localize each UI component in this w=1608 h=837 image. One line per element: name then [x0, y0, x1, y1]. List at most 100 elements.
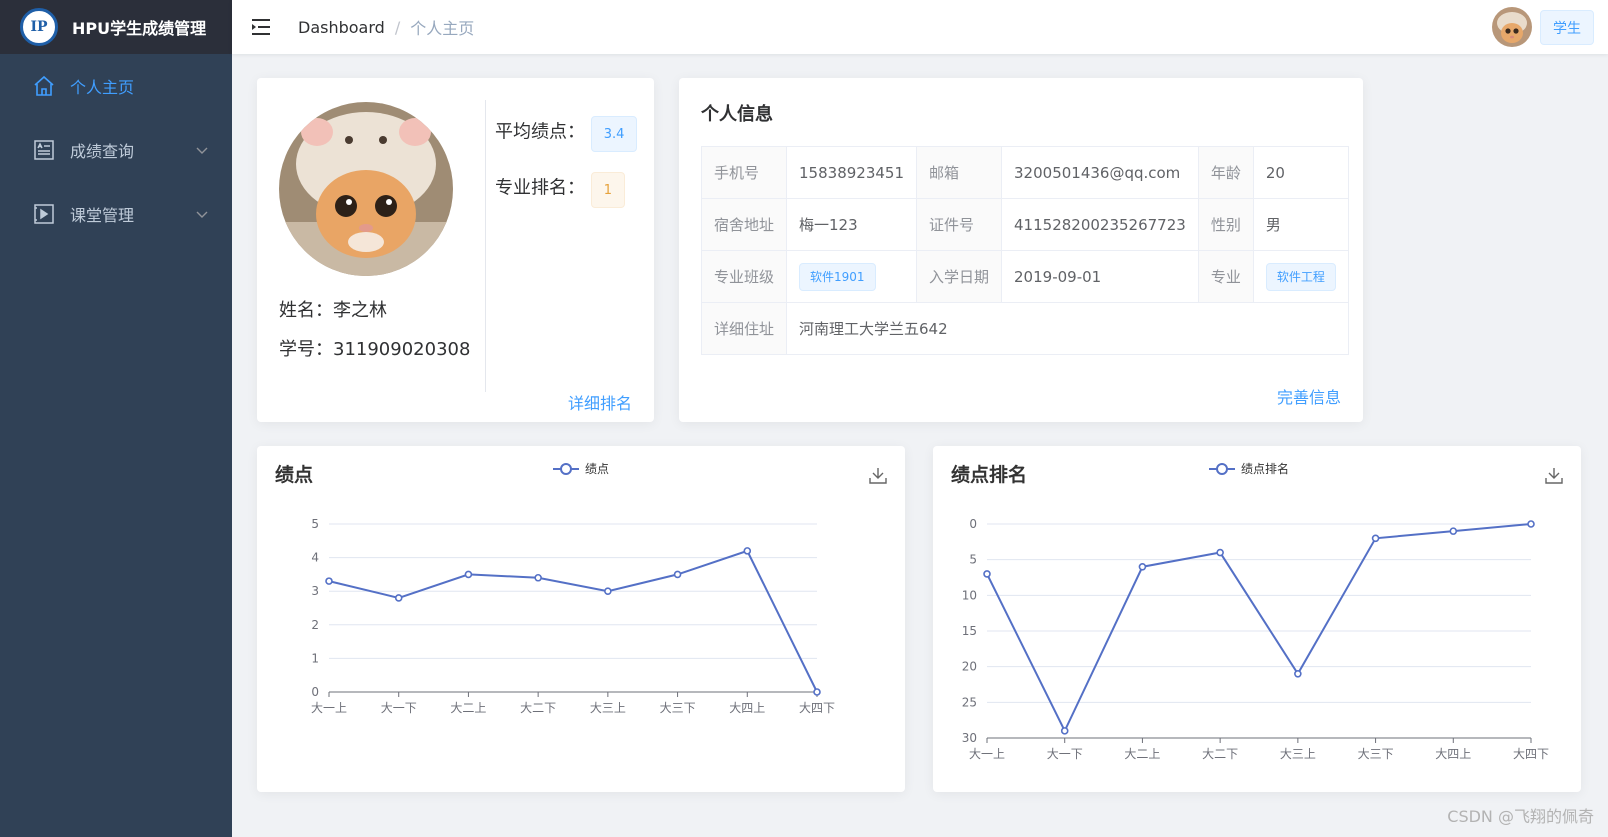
major-cell: 软件工程 [1252, 250, 1349, 303]
dorm-label: 宿舍地址 [700, 198, 788, 251]
data-point [1138, 563, 1147, 571]
enroll-value: 2019-09-01 [1001, 250, 1199, 303]
rank-line-chart: 0 5 10 15 20 25 30 大一上 大一下 大二上 大二下 大三上 大三下 大四上 大四下 [962, 517, 1549, 761]
x-tick-label: 大二上 [450, 701, 486, 715]
age-label: 年龄 [1197, 146, 1254, 199]
personal-info-card: 个人信息 手机号 15838923451 邮箱 3200501436@qq.co… [679, 78, 1363, 422]
gpa-line-chart: 0 1 2 3 4 5 大一上 大一下 大二上 大二下 大三上 大三下 大四上 大四下 [311, 517, 835, 715]
data-point [1449, 527, 1458, 535]
data-point [983, 570, 991, 578]
y-tick-label: 3 [311, 584, 319, 598]
video-icon [32, 202, 56, 226]
table-row: 宿舍地址 梅一123 证件号 411528200235267723 性别 男 [700, 198, 1349, 251]
data-point [743, 547, 752, 555]
phone-value: 15838923451 [786, 146, 917, 199]
x-tick-label: 大四下 [1513, 747, 1549, 761]
x-tick-label: 大三下 [1358, 747, 1394, 761]
logo-icon: IP [20, 8, 58, 46]
x-tick-label: 大一上 [311, 701, 347, 715]
x-tick-label: 大四上 [1435, 747, 1471, 761]
y-tick-label: 0 [311, 685, 319, 699]
x-tick-label: 大二下 [1202, 747, 1238, 761]
y-tick-label: 30 [962, 731, 977, 745]
complete-info-link[interactable]: 完善信息 [1277, 384, 1341, 408]
sidebar-item-home[interactable]: 个人主页 [0, 54, 232, 118]
sidebar-item-label: 课堂管理 [70, 206, 135, 225]
x-tick-label: 大一上 [969, 747, 1005, 761]
x-tick-label: 大四下 [799, 701, 835, 715]
rank-stat: 专业排名： 1 [495, 172, 626, 208]
watermark: CSDN @飞翔的佩奇 [1447, 807, 1594, 826]
email-value: 3200501436@qq.com [1001, 146, 1199, 199]
data-point [1527, 520, 1535, 528]
home-icon [32, 74, 56, 98]
table-row: 详细住址 河南理工大学兰五642 [700, 302, 1349, 355]
table-row: 手机号 15838923451 邮箱 3200501436@qq.com 年龄 … [700, 146, 1349, 199]
data-point [1060, 727, 1069, 735]
student-name: 姓名：李之林 [279, 296, 387, 322]
age-value: 20 [1252, 146, 1349, 199]
y-tick-label: 20 [962, 660, 977, 674]
info-title: 个人信息 [701, 104, 773, 125]
address-value: 河南理工大学兰五642 [786, 302, 1349, 355]
gpa-label: 平均绩点： [495, 121, 585, 143]
y-tick-label: 4 [311, 551, 319, 565]
idcard-value: 411528200235267723 [1001, 198, 1199, 251]
x-tick-label: 大三下 [660, 701, 696, 715]
y-tick-label: 2 [311, 618, 319, 632]
student-id: 学号：311909020308 [279, 335, 470, 361]
major-label: 专业 [1197, 250, 1254, 303]
phone-label: 手机号 [700, 146, 788, 199]
sidebar-item-grades[interactable]: 成绩查询 [0, 118, 232, 182]
sidebar-item-label: 成绩查询 [70, 142, 135, 161]
data-point [813, 688, 821, 696]
breadcrumb-current: 个人主页 [410, 19, 475, 38]
major-tag: 软件工程 [1265, 262, 1336, 291]
detail-rank-link[interactable]: 详细排名 [568, 390, 632, 414]
breadcrumb-separator: / [394, 17, 401, 37]
id-value: 311909020308 [333, 339, 471, 360]
data-point [394, 594, 403, 602]
rank-chart-card: 绩点排名 绩点排名 0 5 10 15 20 25 30 大一上 大一下 大二上 大二下 大三上 大三下… [933, 446, 1581, 792]
series-line [986, 523, 1532, 734]
data-point [673, 570, 682, 579]
y-tick-label: 25 [962, 695, 977, 709]
dorm-value: 梅一123 [786, 198, 917, 251]
data-point [325, 577, 333, 585]
y-tick-label: 1 [311, 651, 319, 665]
profile-avatar [279, 102, 453, 276]
y-tick-label: 15 [962, 624, 977, 638]
brand[interactable]: IP HPU学生成绩管理 [0, 0, 232, 54]
breadcrumb-home[interactable]: Dashboard [298, 18, 385, 37]
y-tick-label: 0 [969, 517, 977, 531]
gpa-chart-card: 绩点 绩点 0 1 2 3 4 5 大一上 大一下 大二上 大二下 大三上 大三下 大四上 大四下 [257, 446, 905, 792]
role-badge[interactable]: 学生 [1540, 10, 1594, 45]
rank-label: 专业排名： [495, 177, 585, 199]
hamburger-icon[interactable] [252, 15, 276, 39]
sidebar-item-label: 个人主页 [70, 78, 135, 97]
x-tick-label: 大一下 [1047, 747, 1083, 761]
data-point [1294, 670, 1302, 678]
x-tick-label: 大四上 [729, 701, 765, 715]
data-point [1371, 534, 1380, 543]
document-icon [32, 138, 56, 162]
data-point [604, 587, 612, 595]
id-label: 学号： [279, 339, 333, 360]
x-tick-label: 大二上 [1124, 747, 1160, 761]
x-tick-label: 大二下 [520, 701, 556, 715]
gender-label: 性别 [1197, 198, 1254, 251]
sidebar: IP HPU学生成绩管理 个人主页 成绩查询 课堂管理 [0, 0, 232, 837]
enroll-label: 入学日期 [915, 250, 1003, 303]
name-value: 李之林 [333, 300, 387, 321]
idcard-label: 证件号 [915, 198, 1003, 251]
avatar[interactable] [1492, 7, 1532, 47]
rank-badge: 1 [590, 172, 626, 208]
address-label: 详细住址 [700, 302, 788, 355]
top-navbar: Dashboard / 个人主页 学生 [232, 0, 1608, 54]
sidebar-item-classroom[interactable]: 课堂管理 [0, 182, 232, 246]
data-point [534, 573, 542, 582]
data-point [464, 570, 473, 579]
x-tick-label: 大三上 [1280, 747, 1316, 761]
y-tick-label: 10 [962, 588, 977, 602]
y-tick-label: 5 [969, 553, 977, 567]
